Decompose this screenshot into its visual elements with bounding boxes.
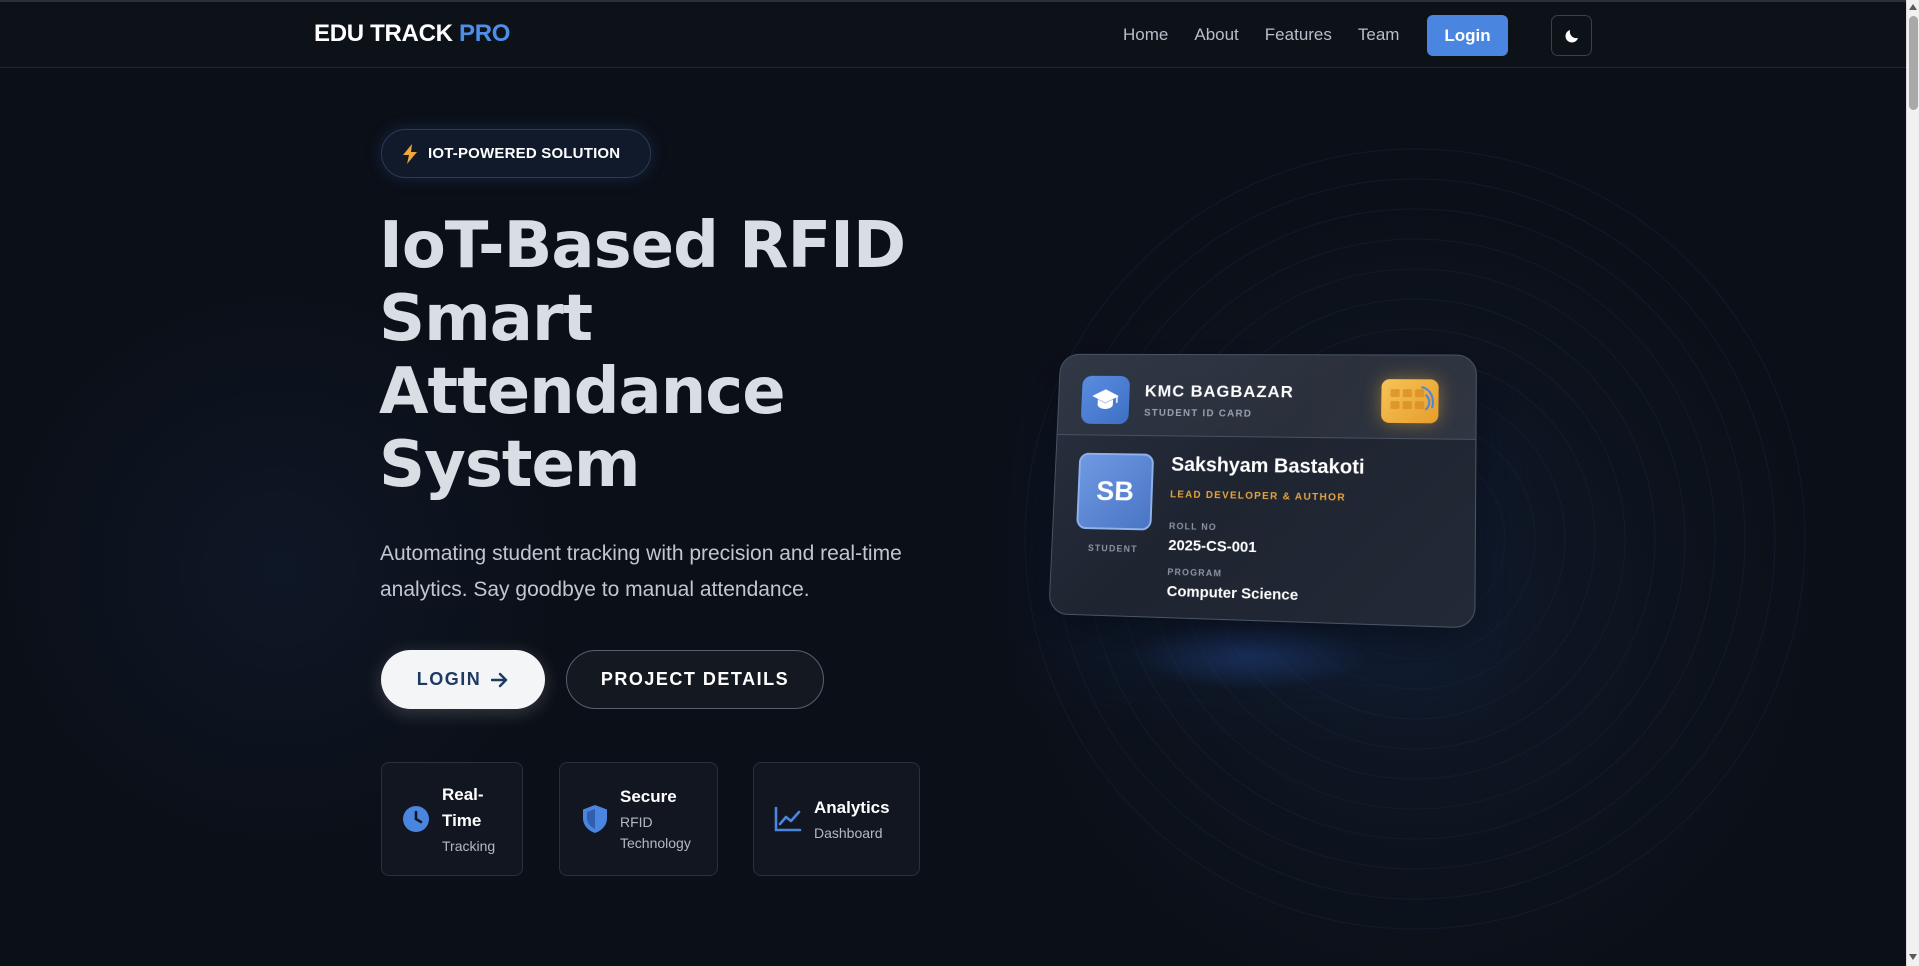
- brand-accent: PRO: [459, 20, 510, 47]
- nav-links: Home About Features Team: [1123, 25, 1399, 45]
- shield-icon: [582, 804, 608, 834]
- feature-title: Analytics: [814, 795, 890, 821]
- student-name: Sakshyam Bastakoti: [1171, 454, 1365, 480]
- top-navbar: EDU TRACK PRO Home About Features Team L…: [0, 0, 1906, 68]
- moon-icon: [1563, 27, 1581, 45]
- nav-login-button[interactable]: Login: [1427, 15, 1508, 56]
- feature-title: Real-Time: [442, 782, 502, 834]
- feature-subtitle: RFID Technology: [620, 812, 700, 854]
- scroll-down-arrow[interactable]: [1909, 954, 1917, 960]
- feature-card-analytics: Analytics Dashboard: [753, 762, 920, 876]
- feature-title: Secure: [620, 784, 700, 810]
- roll-value: 2025-CS-001: [1168, 537, 1257, 556]
- nav-link-home[interactable]: Home: [1123, 25, 1168, 45]
- hero-login-button[interactable]: LOGIN: [381, 650, 545, 709]
- badge-label: IOT-POWERED SOLUTION: [428, 145, 620, 162]
- roll-label: ROLL NO: [1169, 521, 1217, 532]
- student-avatar: SB: [1076, 453, 1154, 531]
- id-card-container: KMC BAGBAZAR STUDENT ID CARD SB STUDENT …: [1048, 352, 1472, 620]
- brand-logo[interactable]: EDU TRACK PRO: [314, 20, 510, 48]
- page-scrollbar[interactable]: [1906, 0, 1919, 966]
- hero-title: IoT-Based RFID Smart Attendance System: [379, 210, 939, 502]
- clock-icon: [402, 805, 430, 833]
- card-organization: KMC BAGBAZAR: [1145, 382, 1295, 402]
- program-label: PROGRAM: [1167, 567, 1222, 579]
- project-details-button[interactable]: PROJECT DETAILS: [566, 650, 824, 709]
- card-type: STUDENT ID CARD: [1144, 408, 1252, 420]
- scroll-up-arrow[interactable]: [1909, 4, 1917, 10]
- chip-grid-icon: [1381, 379, 1439, 423]
- hero-login-label: LOGIN: [417, 669, 482, 690]
- card-glow: [1130, 620, 1370, 690]
- student-id-card[interactable]: KMC BAGBAZAR STUDENT ID CARD SB STUDENT …: [1048, 354, 1477, 629]
- brand-main: EDU TRACK: [314, 20, 453, 47]
- scroll-thumb[interactable]: [1909, 16, 1918, 110]
- feature-subtitle: Tracking: [442, 836, 502, 857]
- nav-link-features[interactable]: Features: [1265, 25, 1332, 45]
- chart-line-icon: [774, 806, 802, 832]
- feature-card-realtime: Real-Time Tracking: [381, 762, 523, 876]
- arrow-right-icon: [491, 672, 509, 688]
- student-role: LEAD DEVELOPER & AUTHOR: [1170, 489, 1346, 503]
- nav-link-team[interactable]: Team: [1358, 25, 1400, 45]
- feature-subtitle: Dashboard: [814, 823, 890, 844]
- graduation-cap-icon: [1091, 388, 1120, 411]
- avatar-label: STUDENT: [1075, 543, 1151, 555]
- lightning-icon: [402, 144, 418, 164]
- program-value: Computer Science: [1166, 583, 1298, 604]
- hero-badge: IOT-POWERED SOLUTION: [381, 129, 651, 178]
- theme-toggle-button[interactable]: [1551, 15, 1592, 56]
- feature-card-secure: Secure RFID Technology: [559, 762, 718, 876]
- card-logo: [1081, 376, 1131, 424]
- nav-link-about[interactable]: About: [1194, 25, 1238, 45]
- rfid-chip: [1381, 379, 1439, 423]
- hero-subtitle: Automating student tracking with precisi…: [380, 536, 920, 608]
